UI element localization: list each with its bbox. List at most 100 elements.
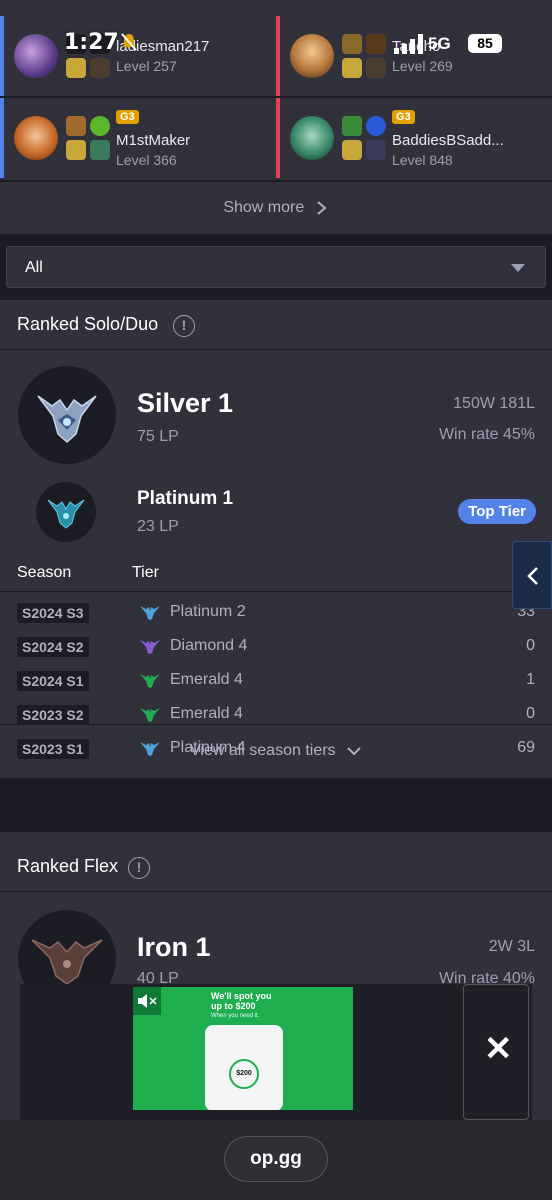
rune-icon xyxy=(90,140,110,160)
player-level: Level 848 xyxy=(392,152,453,168)
side-panel-tab[interactable] xyxy=(512,541,552,609)
chevron-down-icon xyxy=(347,747,361,756)
chevron-left-icon xyxy=(527,567,538,585)
season-badge: S2024 S3 xyxy=(17,603,89,623)
page: 1:27 5G 85 ladiesman217 Level 257 Tancho… xyxy=(0,0,552,1200)
tier-emblem-icon xyxy=(140,674,160,688)
mute-icon[interactable] xyxy=(133,987,161,1015)
rune-icon xyxy=(90,34,110,54)
ad-banner[interactable]: We'll spot you up to $200 When you need … xyxy=(20,984,532,1120)
win-loss-record: 150W 181L xyxy=(453,395,535,412)
spell-icon xyxy=(342,140,362,160)
season-badge: S2024 S2 xyxy=(17,637,89,657)
win-rate: Win rate 45% xyxy=(438,426,535,443)
summoner-spells xyxy=(342,116,386,160)
tier-emblem-icon xyxy=(140,708,160,722)
player-card[interactable]: G3 BaddiesBSadd... Level 848 xyxy=(276,98,552,178)
info-icon[interactable]: ! xyxy=(173,315,195,337)
queue-select-value: All xyxy=(25,259,43,276)
season-tier: Emerald 4 xyxy=(170,671,243,688)
peak-tier: Platinum 1 xyxy=(137,488,234,509)
ad-headline: We'll spot you up to $200 xyxy=(211,991,272,1011)
top-tier-badge: Top Tier xyxy=(458,499,536,524)
ad-close-button[interactable]: ✕ xyxy=(463,984,529,1120)
peak-lp: 23 LP xyxy=(137,518,179,535)
col-season: Season xyxy=(17,564,72,581)
player-card[interactable]: G3 M1stMaker Level 366 xyxy=(0,98,276,178)
season-row: S2024 S2 Diamond 4 0 xyxy=(0,630,552,664)
champion-avatar xyxy=(14,116,58,160)
url-pill[interactable]: op.gg xyxy=(224,1136,328,1182)
summoner-spells xyxy=(66,34,110,78)
player-name[interactable]: M1stMaker xyxy=(116,132,190,149)
spell-icon xyxy=(66,116,86,136)
win-loss-record: 2W 3L xyxy=(488,938,535,955)
queue-select[interactable]: All xyxy=(6,246,546,288)
info-icon[interactable]: ! xyxy=(128,857,150,879)
chevron-right-icon xyxy=(317,201,327,215)
season-lp: 0 xyxy=(526,705,535,722)
season-badge: S2023 S2 xyxy=(17,705,89,725)
player-name[interactable]: Tancho xyxy=(392,38,440,55)
season-table-header: Season Tier LP xyxy=(0,556,552,592)
section-title: Ranked Solo/Duo xyxy=(17,314,159,334)
show-more-button[interactable]: Show more xyxy=(0,180,552,234)
champion-avatar xyxy=(290,34,334,78)
tier-emblem-icon xyxy=(140,640,160,654)
ranked-solo-section: Ranked Solo/Duo ! Silver 1 75 LP 150W 18… xyxy=(0,300,552,778)
view-all-season-tiers-button[interactable]: View all season tiers xyxy=(0,724,552,778)
tier-emblem-icon xyxy=(140,606,160,620)
show-more-label: Show more xyxy=(223,199,305,216)
rank-badge: G3 xyxy=(116,110,139,124)
rune-icon xyxy=(90,58,110,78)
rune-icon xyxy=(90,116,110,136)
browser-url-bar: op.gg xyxy=(0,1120,552,1200)
rune-icon xyxy=(366,34,386,54)
rune-icon xyxy=(366,140,386,160)
caret-down-icon xyxy=(511,264,525,272)
summoner-spells xyxy=(66,116,110,160)
spell-icon xyxy=(66,58,86,78)
player-level: Level 366 xyxy=(116,152,177,168)
season-badge: S2024 S1 xyxy=(17,671,89,691)
season-row: S2024 S1 Emerald 4 1 xyxy=(0,664,552,698)
season-lp: 0 xyxy=(526,637,535,654)
rune-icon xyxy=(366,116,386,136)
player-name[interactable]: ladiesman217 xyxy=(116,38,209,55)
platinum-emblem-icon xyxy=(36,482,96,542)
spell-icon xyxy=(342,58,362,78)
summoner-spells xyxy=(342,34,386,78)
season-tier: Platinum 2 xyxy=(170,603,246,620)
ad-image[interactable]: We'll spot you up to $200 When you need … xyxy=(133,987,353,1110)
champion-avatar xyxy=(290,116,334,160)
section-title: Ranked Flex xyxy=(17,856,119,876)
current-tier: Iron 1 xyxy=(137,932,211,962)
player-level: Level 257 xyxy=(116,58,177,74)
rune-icon xyxy=(366,58,386,78)
spell-icon xyxy=(342,34,362,54)
season-tier: Diamond 4 xyxy=(170,637,248,654)
season-tier: Emerald 4 xyxy=(170,705,243,722)
spell-icon xyxy=(342,116,362,136)
champion-avatar xyxy=(14,34,58,78)
current-tier: Silver 1 xyxy=(137,388,234,418)
player-level: Level 269 xyxy=(392,58,453,74)
view-all-label: View all season tiers xyxy=(189,742,336,759)
section-header: Ranked Solo/Duo ! xyxy=(0,300,552,350)
ad-amount: $200 xyxy=(229,1059,259,1089)
season-row: S2024 S3 Platinum 2 33 xyxy=(0,596,552,630)
player-card[interactable]: Tancho Level 269 xyxy=(276,16,552,96)
season-lp: 1 xyxy=(526,671,535,688)
col-tier: Tier xyxy=(132,564,159,581)
queue-filter: All xyxy=(0,234,552,300)
ad-subtext: When you need it. xyxy=(211,1013,260,1019)
silver-emblem-icon xyxy=(18,366,116,464)
current-lp: 75 LP xyxy=(137,428,179,445)
player-name[interactable]: BaddiesBSadd... xyxy=(392,132,504,149)
players-grid: ladiesman217 Level 257 Tancho Level 269 xyxy=(0,0,552,180)
player-card[interactable]: ladiesman217 Level 257 xyxy=(0,16,276,96)
rank-badge: G3 xyxy=(392,110,415,124)
spell-icon xyxy=(66,140,86,160)
spell-icon xyxy=(66,34,86,54)
section-header: Ranked Flex ! xyxy=(0,832,552,892)
